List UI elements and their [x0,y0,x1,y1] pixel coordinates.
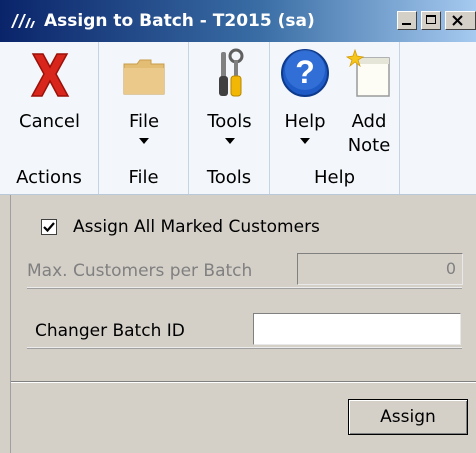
maximize-button[interactable] [421,11,441,30]
folder-icon [123,59,165,95]
close-icon [452,15,463,26]
batch-id-input[interactable] [253,313,461,345]
tools-icon [218,48,243,97]
ribbon-group-file: File File [99,42,189,194]
help-button[interactable]: ? Help [270,42,340,167]
cancel-label: Cancel [19,111,80,132]
group-label-file: File [128,167,159,188]
window-title: Assign to Batch - T2015 (sa) [44,11,315,31]
batch-id-label: Changer Batch ID [35,321,185,341]
footer-divider [11,381,476,383]
add-note-label: Add Note [338,110,400,158]
separator [27,347,462,349]
minimize-button[interactable] [397,11,417,30]
tools-button-text: Tools [207,111,252,132]
group-label-help: Help [313,167,356,188]
add-note-button[interactable]: Add Note [338,42,400,167]
app-logo-icon [11,14,35,28]
minimize-icon [402,23,411,25]
group-label-actions: Actions [16,167,82,188]
close-button[interactable] [445,11,476,30]
chevron-down-icon [139,138,149,144]
svg-text:?: ? [295,54,315,90]
add-note-icon [345,48,390,97]
chevron-down-icon [224,138,235,144]
cancel-button[interactable]: Cancel [0,42,99,167]
cancel-x-icon [30,53,69,97]
group-label-tools: Tools [206,167,252,188]
file-button-text: File [128,111,160,132]
max-customers-field[interactable]: 0 [297,253,463,285]
add-note-text-line1: Add [351,111,387,132]
add-note-text-line2: Note [347,135,391,156]
assign-all-label: Assign All Marked Customers [73,217,320,237]
tools-button[interactable]: Tools [189,42,270,167]
assign-to-batch-window: Assign to Batch - T2015 (sa) Cancel Acti… [0,0,476,453]
assign-all-checkbox[interactable] [41,219,57,235]
chevron-down-icon [300,138,310,144]
ribbon-group-help: ? Help Add Note Help [270,42,400,194]
tools-label: Tools [189,110,270,144]
max-customers-label: Max. Customers per Batch [27,261,253,281]
ribbon: Cancel Actions File File Tools Tools ? H… [0,42,476,195]
help-icon: ? [281,49,329,97]
maximize-icon [426,15,436,24]
file-button[interactable]: File [99,42,189,167]
help-label: Help [270,110,340,144]
ribbon-group-actions: Cancel Actions [0,42,99,194]
separator [27,287,462,289]
checkmark-icon [43,222,55,233]
file-label: File [99,110,189,144]
ribbon-group-tools: Tools Tools [189,42,270,194]
form-area: Assign All Marked Customers Max. Custome… [10,195,476,453]
help-button-text: Help [284,111,326,132]
assign-button[interactable]: Assign [348,399,468,435]
title-bar: Assign to Batch - T2015 (sa) [0,0,476,42]
